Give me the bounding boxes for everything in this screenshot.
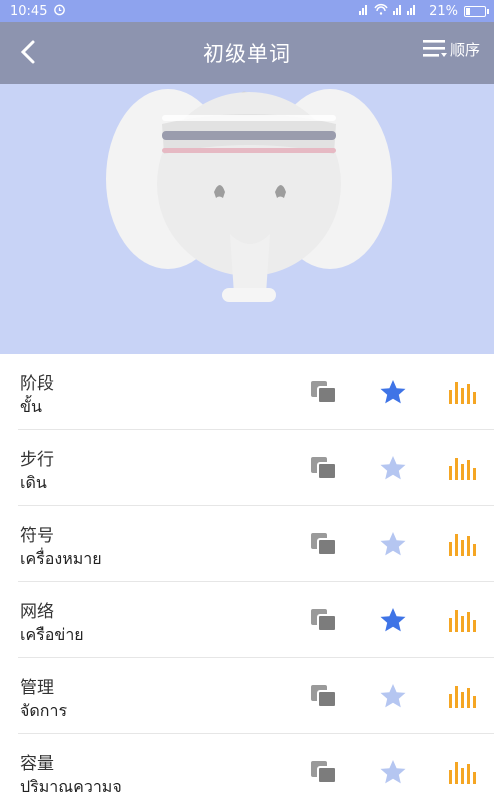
list-item[interactable]: 步行 เดิน <box>18 430 494 506</box>
word-text: 符号 <box>20 526 54 546</box>
audio-level-button[interactable] <box>446 680 478 712</box>
equalizer-icon <box>449 382 476 404</box>
word-text: 步行 <box>20 450 54 470</box>
sort-list-icon <box>422 40 447 57</box>
list-item[interactable]: 符号 เครื่องหมาย <box>18 506 494 582</box>
favorite-button[interactable] <box>377 452 409 484</box>
battery-icon <box>464 5 489 17</box>
status-time: 10:45 <box>10 3 48 19</box>
mascot-banner <box>0 84 494 354</box>
copy-button[interactable] <box>308 376 340 408</box>
favorite-button[interactable] <box>377 680 409 712</box>
back-button[interactable] <box>12 36 44 68</box>
favorite-button[interactable] <box>377 376 409 408</box>
favorite-button[interactable] <box>377 756 409 788</box>
word-translation: เดิน <box>20 473 47 492</box>
sort-order-label: 顺序 <box>449 40 480 59</box>
copy-button[interactable] <box>308 452 340 484</box>
status-bar: 10:45 21% <box>0 0 494 22</box>
copy-icon <box>311 457 337 480</box>
equalizer-icon <box>449 762 476 784</box>
copy-button[interactable] <box>308 528 340 560</box>
copy-icon <box>311 533 337 556</box>
copy-icon <box>311 381 337 404</box>
word-text: 阶段 <box>20 374 54 394</box>
battery-percent: 21% <box>429 3 458 19</box>
star-icon <box>380 456 406 480</box>
favorite-button[interactable] <box>377 604 409 636</box>
app-header: 初级单词 顺序 <box>0 22 494 84</box>
audio-level-button[interactable] <box>446 376 478 408</box>
word-translation: ขั้น <box>20 397 42 416</box>
star-icon <box>380 760 406 784</box>
sort-order-button[interactable]: 顺序 <box>422 38 480 60</box>
word-translation: เครือข่าย <box>20 625 84 644</box>
word-text: 容量 <box>20 754 54 774</box>
star-icon <box>380 608 406 632</box>
star-icon <box>380 684 406 708</box>
list-item[interactable]: 容量 ปริมาณความจ <box>18 734 494 793</box>
list-item[interactable]: 管理 จัดการ <box>18 658 494 734</box>
copy-icon <box>311 685 337 708</box>
word-translation: เครื่องหมาย <box>20 549 102 568</box>
word-translation: ปริมาณความจ <box>20 777 122 793</box>
equalizer-icon <box>449 534 476 556</box>
audio-level-button[interactable] <box>446 756 478 788</box>
elephant-mascot-icon <box>106 89 392 302</box>
star-icon <box>380 380 406 404</box>
equalizer-icon <box>449 610 476 632</box>
word-list: 阶段 ขั้น 步行 เดิน 符号 เครื่องหมาย 网络 เครือข่าย 管理 จั… <box>0 354 494 793</box>
star-icon <box>380 532 406 556</box>
list-item[interactable]: 网络 เครือข่าย <box>18 582 494 658</box>
audio-level-button[interactable] <box>446 452 478 484</box>
audio-level-button[interactable] <box>446 604 478 636</box>
copy-icon <box>311 761 337 784</box>
list-item[interactable]: 阶段 ขั้น <box>18 354 494 430</box>
signal-icon <box>359 3 423 19</box>
audio-level-button[interactable] <box>446 528 478 560</box>
chevron-left-icon <box>20 40 35 64</box>
word-translation: จัดการ <box>20 701 68 720</box>
word-text: 管理 <box>20 678 54 698</box>
copy-button[interactable] <box>308 604 340 636</box>
alarm-icon <box>53 3 66 20</box>
copy-icon <box>311 609 337 632</box>
page-title: 初级单词 <box>203 42 291 66</box>
favorite-button[interactable] <box>377 528 409 560</box>
copy-button[interactable] <box>308 756 340 788</box>
equalizer-icon <box>449 458 476 480</box>
equalizer-icon <box>449 686 476 708</box>
word-text: 网络 <box>20 602 54 622</box>
copy-button[interactable] <box>308 680 340 712</box>
